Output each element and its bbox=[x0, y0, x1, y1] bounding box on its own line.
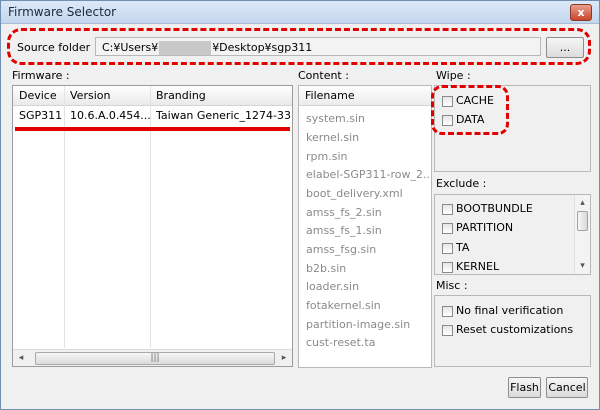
file-item[interactable]: system.sin bbox=[306, 112, 365, 125]
column-divider bbox=[64, 86, 65, 348]
exclude-label: Exclude : bbox=[436, 177, 487, 190]
row-version: 10.6.A.0.454... bbox=[70, 109, 151, 122]
misc-label: Misc : bbox=[436, 279, 468, 292]
bootbundle-label[interactable]: BOOTBUNDLE bbox=[456, 202, 533, 215]
wipe-label: Wipe : bbox=[436, 69, 471, 82]
vertical-scrollbar[interactable]: ▴ ▾ bbox=[574, 195, 590, 274]
partition-label[interactable]: PARTITION bbox=[456, 221, 513, 234]
table-row[interactable]: SGP311 10.6.A.0.454... Taiwan Generic_12… bbox=[13, 105, 292, 125]
no-final-verification-label[interactable]: No final verification bbox=[456, 304, 563, 317]
file-item[interactable]: cust-reset.ta bbox=[306, 336, 375, 349]
no-final-verification-checkbox[interactable] bbox=[442, 306, 453, 317]
row-branding: Taiwan Generic_1274-3316 bbox=[156, 109, 293, 122]
kernel-checkbox[interactable] bbox=[442, 262, 453, 273]
file-item[interactable]: elabel-SGP311-row_2... bbox=[306, 168, 431, 181]
scroll-thumb[interactable] bbox=[577, 211, 588, 231]
bootbundle-checkbox[interactable] bbox=[442, 204, 453, 215]
file-item[interactable]: boot_delivery.xml bbox=[306, 187, 403, 200]
content-list[interactable]: Filename system.sin kernel.sin rpm.sin e… bbox=[298, 85, 432, 368]
window-title: Firmware Selector bbox=[8, 5, 117, 19]
file-item[interactable]: fotakernel.sin bbox=[306, 299, 381, 312]
file-item[interactable]: partition-image.sin bbox=[306, 318, 410, 331]
column-device[interactable]: Device bbox=[19, 89, 57, 102]
ta-label[interactable]: TA bbox=[456, 241, 469, 254]
firmware-label: Firmware : bbox=[12, 69, 70, 82]
file-item[interactable]: amss_fsg.sin bbox=[306, 243, 376, 256]
file-item[interactable]: amss_fs_1.sin bbox=[306, 224, 382, 237]
misc-options: No final verification Reset customizatio… bbox=[434, 295, 591, 367]
partition-checkbox[interactable] bbox=[442, 223, 453, 234]
file-item[interactable]: rpm.sin bbox=[306, 150, 347, 163]
firmware-table-header: Device Version Branding bbox=[13, 86, 292, 106]
source-highlight bbox=[7, 28, 591, 65]
reset-customizations-label[interactable]: Reset customizations bbox=[456, 323, 573, 336]
file-item[interactable]: amss_fs_2.sin bbox=[306, 206, 382, 219]
firmware-selector-window: Firmware Selector x Source folder : C:¥U… bbox=[0, 0, 600, 410]
ta-checkbox[interactable] bbox=[442, 243, 453, 254]
row-device: SGP311 bbox=[19, 109, 63, 122]
horizontal-scrollbar[interactable]: ◂ ||| ▸ bbox=[13, 349, 292, 366]
reset-customizations-checkbox[interactable] bbox=[442, 325, 453, 336]
scroll-right-icon[interactable]: ▸ bbox=[276, 350, 292, 366]
wipe-highlight bbox=[431, 85, 509, 135]
file-item[interactable]: kernel.sin bbox=[306, 131, 359, 144]
kernel-label[interactable]: KERNEL bbox=[456, 260, 499, 273]
scroll-up-icon[interactable]: ▴ bbox=[575, 195, 590, 211]
close-icon: x bbox=[577, 6, 585, 19]
close-button[interactable]: x bbox=[570, 4, 592, 21]
column-branding[interactable]: Branding bbox=[156, 89, 206, 102]
file-item[interactable]: loader.sin bbox=[306, 280, 359, 293]
row-highlight bbox=[15, 127, 290, 131]
filename-header[interactable]: Filename bbox=[299, 86, 431, 106]
flash-button[interactable]: Flash bbox=[508, 377, 541, 398]
column-divider bbox=[150, 86, 151, 348]
scroll-left-icon[interactable]: ◂ bbox=[13, 350, 29, 366]
cancel-button[interactable]: Cancel bbox=[546, 377, 588, 398]
scroll-down-icon[interactable]: ▾ bbox=[575, 258, 590, 274]
title-bar[interactable]: Firmware Selector x bbox=[1, 1, 599, 24]
column-version[interactable]: Version bbox=[70, 89, 110, 102]
exclude-list[interactable]: BOOTBUNDLE PARTITION TA KERNEL ▴ ▾ bbox=[434, 194, 591, 275]
content-label: Content : bbox=[298, 69, 349, 82]
file-item[interactable]: b2b.sin bbox=[306, 262, 346, 275]
scroll-thumb[interactable]: ||| bbox=[35, 352, 275, 365]
